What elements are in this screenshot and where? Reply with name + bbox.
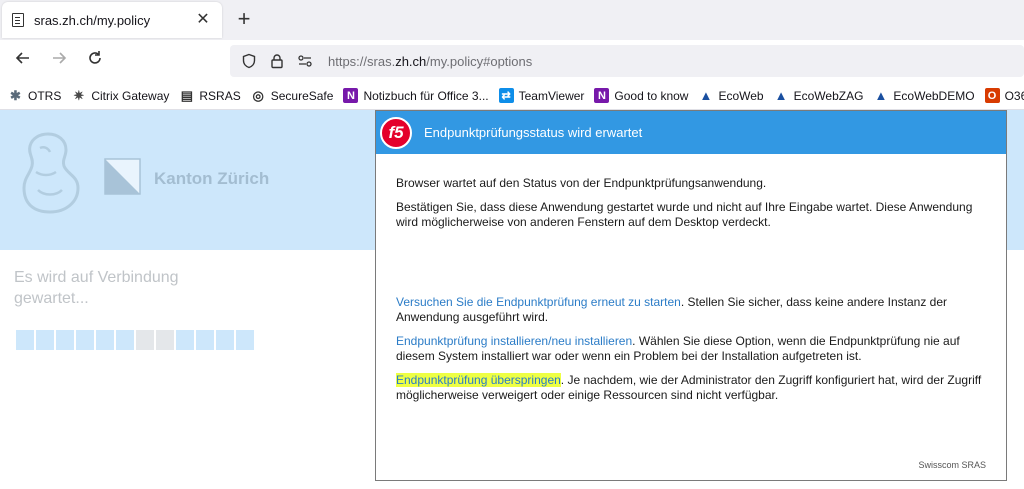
- bookmark-item[interactable]: ✱ OTRS: [8, 88, 61, 103]
- bookmark-label: EcoWebZAG: [793, 88, 864, 103]
- url-host: zh.ch: [395, 53, 427, 69]
- waiting-message: Es wird auf Verbindung gewartet...: [14, 269, 179, 307]
- close-tab-icon[interactable]: ✕: [194, 11, 212, 29]
- bookmark-label: Good to know: [614, 88, 689, 103]
- otrs-star-icon: ✱: [10, 87, 21, 103]
- url-text: https://sras.zh.ch/my.policy#options: [328, 54, 532, 69]
- dialog-body: Browser wartet auf den Status von der En…: [376, 154, 1006, 403]
- url-bar[interactable]: https://sras.zh.ch/my.policy#options: [230, 45, 1024, 77]
- progress-segment: [36, 330, 54, 350]
- teamviewer-icon: ⇄: [498, 88, 514, 103]
- status-message: Browser wartet auf den Status von der En…: [396, 176, 767, 190]
- canton-name: Kanton Zürich: [154, 169, 270, 188]
- skip-paragraph: Endpunktprüfung überspringen. Je nachdem…: [396, 373, 986, 403]
- skip-link[interactable]: Endpunktprüfung überspringen: [396, 373, 561, 387]
- globe-icon: ◎: [252, 87, 264, 103]
- new-tab-button[interactable]: +: [232, 6, 256, 32]
- bookmark-item[interactable]: ▲ EcoWebZAG: [774, 88, 864, 103]
- lion-logo-icon: [22, 132, 80, 214]
- citrix-gear-icon: ✷: [73, 87, 85, 103]
- graduation-cap-icon: ▲: [874, 88, 888, 103]
- progress-segment: [196, 330, 214, 350]
- progress-segment: [216, 330, 234, 350]
- progress-segment: [176, 330, 194, 350]
- arrow-left-icon: [15, 52, 29, 64]
- install-link[interactable]: Endpunktprüfung installieren/neu install…: [396, 334, 632, 348]
- progress-segment: [156, 330, 174, 350]
- retry-link[interactable]: Versuchen Sie die Endpunktprüfung erneut…: [396, 295, 681, 309]
- bookmark-item[interactable]: ▤ RSRAS: [179, 87, 241, 103]
- page-icon: [12, 13, 24, 27]
- progress-segment: [76, 330, 94, 350]
- bookmark-item[interactable]: ▲ EcoWebDEMO: [873, 88, 974, 103]
- bookmark-label: SecureSafe: [270, 88, 334, 103]
- bookmark-label: O365: [1004, 88, 1024, 103]
- confirm-message: Bestätigen Sie, dass diese Anwendung ges…: [396, 200, 973, 229]
- dialog-title: Endpunktprüfungsstatus wird erwartet: [424, 125, 643, 140]
- page-icon: ▤: [180, 87, 194, 103]
- forward-button[interactable]: [46, 48, 72, 74]
- bookmark-item[interactable]: ◎ SecureSafe: [251, 88, 334, 103]
- bookmark-label: TeamViewer: [518, 88, 585, 103]
- arrow-right-icon: [53, 52, 67, 64]
- progress-segment: [236, 330, 254, 350]
- install-paragraph: Endpunktprüfung installieren/neu install…: [396, 334, 986, 364]
- url-prefix: https://sras.: [328, 53, 396, 69]
- tab-active[interactable]: sras.zh.ch/my.policy ✕: [2, 2, 222, 38]
- f5-logo-icon: f5: [380, 116, 412, 149]
- progress-segment: [16, 330, 34, 350]
- page-content: Kanton Zürich Es wird auf Verbindung gew…: [0, 110, 1024, 489]
- progress-segment: [116, 330, 134, 350]
- tab-title: sras.zh.ch/my.policy: [34, 12, 151, 28]
- url-path: /my.policy#options: [426, 53, 533, 69]
- bookmark-label: RSRAS: [199, 88, 241, 103]
- bookmark-label: Notizbuch für Office 3...: [363, 88, 489, 103]
- dialog-header: f5 Endpunktprüfungsstatus wird erwartet: [376, 111, 1006, 154]
- progress-segment: [56, 330, 74, 350]
- bookmark-label: EcoWeb: [718, 88, 764, 103]
- progress-segment: [96, 330, 114, 350]
- graduation-cap-icon: ▲: [699, 88, 713, 103]
- bookmark-item[interactable]: ✷ Citrix Gateway: [71, 88, 169, 103]
- bookmark-item[interactable]: O O365: [984, 88, 1024, 103]
- endpoint-check-dialog: f5 Endpunktprüfungsstatus wird erwartet …: [375, 110, 1007, 481]
- retry-paragraph: Versuchen Sie die Endpunktprüfung erneut…: [396, 295, 986, 325]
- office-icon: O: [984, 88, 1000, 103]
- bookmark-label: EcoWebDEMO: [893, 88, 975, 103]
- bookmark-item[interactable]: N Notizbuch für Office 3...: [343, 88, 489, 103]
- canton-shield-icon: [104, 158, 141, 195]
- bookmark-item[interactable]: ▲ EcoWeb: [698, 88, 764, 103]
- onenote-icon: N: [343, 88, 359, 103]
- bookmark-label: Citrix Gateway: [91, 88, 170, 103]
- permissions-icon[interactable]: [294, 50, 316, 72]
- bookmarks-bar: ✱ OTRS ✷ Citrix Gateway ▤ RSRAS ◎ SecureSafe N No…: [0, 82, 1024, 110]
- shield-icon[interactable]: [238, 50, 260, 72]
- reload-icon: [89, 51, 101, 64]
- dialog-footer: Swisscom SRAS: [918, 460, 986, 470]
- graduation-cap-icon: ▲: [774, 88, 788, 103]
- reload-button[interactable]: [82, 48, 108, 74]
- tab-strip: sras.zh.ch/my.policy ✕ +: [0, 0, 1024, 40]
- progress-segment: [136, 330, 154, 350]
- bookmark-label: OTRS: [28, 88, 62, 103]
- bookmark-item[interactable]: ⇄ TeamViewer: [498, 88, 585, 103]
- bookmark-item[interactable]: N Good to know: [594, 88, 688, 103]
- lock-icon[interactable]: [266, 50, 288, 72]
- back-button[interactable]: [10, 48, 36, 74]
- progress-bar: [16, 330, 256, 350]
- onenote-icon: N: [594, 88, 610, 103]
- navigation-bar: https://sras.zh.ch/my.policy#options: [0, 40, 1024, 82]
